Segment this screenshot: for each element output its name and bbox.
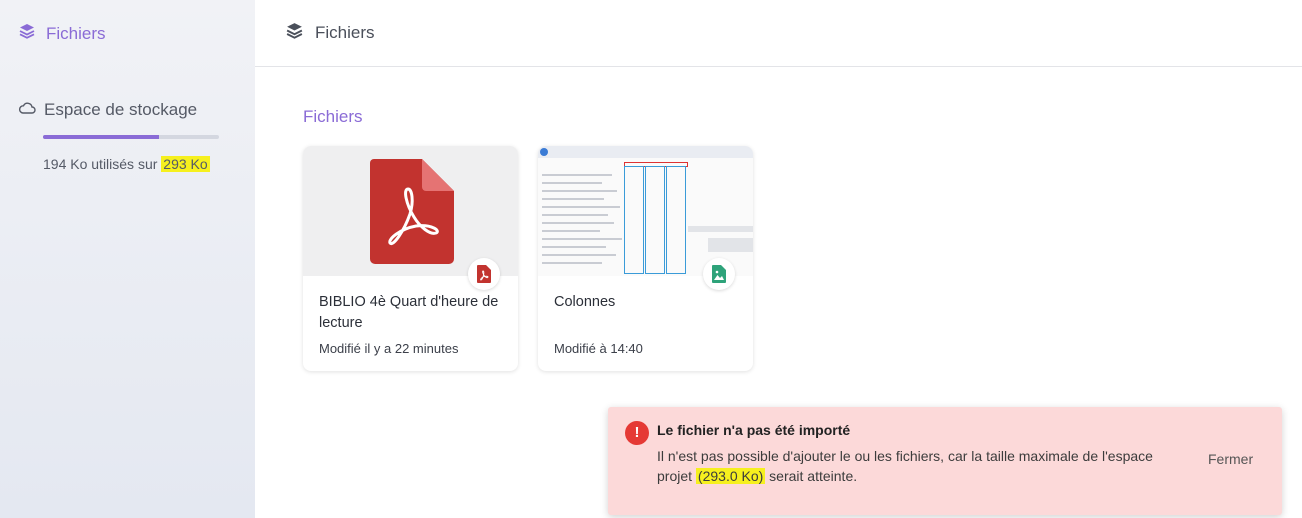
file-card[interactable]: BIBLIO 4è Quart d'heure de lecture Modif…	[303, 146, 518, 371]
sidebar-item-fichiers[interactable]: Fichiers	[18, 22, 106, 45]
file-thumbnail	[538, 146, 753, 290]
file-name: BIBLIO 4è Quart d'heure de lecture	[319, 294, 499, 331]
file-modified: Modifié il y a 22 minutes	[319, 341, 459, 356]
section-title: Fichiers	[303, 107, 363, 126]
layers-icon	[285, 21, 304, 45]
error-icon: !	[625, 421, 649, 445]
screenshot-preview	[538, 146, 753, 276]
storage-progress-bar	[43, 135, 219, 139]
cloud-icon	[18, 100, 36, 120]
top-bar: Fichiers	[255, 0, 1302, 67]
storage-section-title: Espace de stockage	[18, 100, 197, 120]
sidebar: Fichiers Espace de stockage 194 Ko utili…	[0, 0, 255, 518]
file-name: Colonnes	[554, 294, 616, 310]
pdf-icon	[468, 258, 500, 290]
layers-icon	[18, 22, 36, 45]
storage-used: 194 Ko utilisés sur	[43, 156, 162, 172]
toast-message: Il n'est pas possible d'ajouter le ou le…	[657, 446, 1177, 486]
image-icon	[703, 258, 735, 290]
close-toast-button[interactable]: Fermer	[1208, 451, 1253, 467]
storage-progress-fill	[43, 135, 160, 139]
file-card[interactable]: Colonnes Modifié à 14:40	[538, 146, 753, 371]
sidebar-item-label: Fichiers	[46, 23, 106, 43]
file-modified: Modifié à 14:40	[554, 341, 643, 356]
toast-title: Le fichier n'a pas été importé	[657, 422, 851, 438]
file-thumbnail	[303, 146, 518, 290]
storage-title: Espace de stockage	[44, 100, 198, 119]
pdf-document-icon	[370, 159, 454, 264]
toast-message-highlight: (293.0 Ko)	[695, 468, 766, 484]
toast-message-end: serait atteinte.	[765, 468, 858, 484]
storage-total: 293 Ko	[161, 156, 210, 172]
storage-usage-text: 194 Ko utilisés sur 293 Ko	[43, 156, 210, 172]
error-toast: ! Le fichier n'a pas été importé Il n'es…	[608, 407, 1282, 515]
page-title: Fichiers	[315, 23, 375, 42]
